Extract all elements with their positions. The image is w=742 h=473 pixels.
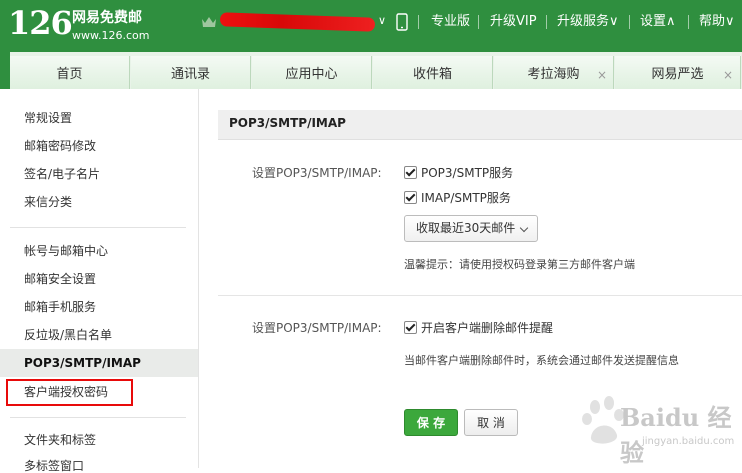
select-value: 收取最近30天邮件 — [416, 221, 516, 235]
sidebar-item-mobile-service[interactable]: 邮箱手机服务 — [24, 300, 96, 314]
sidebar-divider — [10, 227, 186, 228]
logo-url: www.126.com — [72, 29, 150, 42]
sidebar-item-signature[interactable]: 签名/电子名片 — [24, 167, 100, 181]
sidebar-divider — [10, 417, 186, 418]
tab-home[interactable]: 首页 — [10, 56, 130, 93]
settings-sidebar: 常规设置 邮箱密码修改 签名/电子名片 来信分类 帐号与邮箱中心 邮箱安全设置 … — [0, 89, 199, 473]
header-separator — [688, 15, 689, 29]
tab-app-center[interactable]: 应用中心 — [252, 56, 372, 93]
pop3-checkbox[interactable] — [404, 166, 417, 179]
receive-range-select[interactable]: 收取最近30天邮件 — [404, 215, 538, 242]
delete-alert-checkbox-label[interactable]: 开启客户端删除邮件提醒 — [421, 319, 553, 336]
header-separator — [546, 15, 547, 29]
sidebar-item-security[interactable]: 邮箱安全设置 — [24, 272, 96, 286]
tab-label: 网易严选 — [651, 67, 704, 82]
header-link-pro[interactable]: 专业版 — [431, 14, 470, 30]
section-label: 设置POP3/SMTP/IMAP: — [252, 166, 382, 180]
tab-label: 通讯录 — [170, 67, 210, 82]
page-title: POP3/SMTP/IMAP — [229, 116, 346, 130]
tab-label: 应用中心 — [285, 67, 338, 82]
tab-bar: 首页 通讯录 应用中心 收件箱 考拉海购 × 网易严选 × — [0, 48, 742, 93]
tab-kaola[interactable]: 考拉海购 × — [494, 56, 614, 93]
section-label: 设置POP3/SMTP/IMAP: — [252, 321, 382, 335]
tab-label: 收件箱 — [412, 67, 452, 82]
logo-number[interactable]: 126 — [8, 5, 73, 41]
crown-icon — [202, 17, 216, 27]
tab-label: 首页 — [56, 67, 83, 82]
delete-alert-checkbox[interactable] — [404, 321, 417, 334]
warm-tip: 温馨提示：请使用授权码登录第三方邮件客户端 — [404, 258, 635, 271]
header-link-settings[interactable]: 设置∧ — [640, 14, 676, 30]
watermark-text: Baidu 经验 — [620, 403, 732, 467]
imap-checkbox[interactable] — [404, 191, 417, 204]
cancel-button[interactable]: 取 消 — [464, 409, 518, 436]
mobile-phone-icon[interactable] — [396, 13, 408, 31]
save-button[interactable]: 保 存 — [404, 409, 458, 436]
tab-inbox[interactable]: 收件箱 — [373, 56, 493, 93]
chevron-down-icon — [519, 223, 529, 233]
top-header: 126 网易免费邮 www.126.com ∨ 专业版 升级VIP 升级服务∨ … — [0, 0, 742, 48]
header-link-vip[interactable]: 升级VIP — [490, 14, 537, 30]
pop3-checkbox-label[interactable]: POP3/SMTP服务 — [421, 164, 513, 181]
header-link-upgrade-service[interactable]: 升级服务∨ — [557, 14, 619, 30]
sidebar-item-folders-labels[interactable]: 文件夹和标签 — [24, 433, 96, 447]
header-separator — [478, 15, 479, 29]
delete-alert-note: 当邮件客户端删除邮件时，系统会通过邮件发送提醒信息 — [404, 354, 679, 367]
sidebar-item-password[interactable]: 邮箱密码修改 — [24, 139, 96, 153]
tab-yanxuan[interactable]: 网易严选 × — [615, 56, 741, 93]
section-divider — [218, 295, 742, 296]
header-link-help[interactable]: 帮助∨ — [699, 14, 735, 30]
tab-strip: 首页 通讯录 应用中心 收件箱 考拉海购 × 网易严选 × — [10, 52, 742, 93]
sidebar-item-pop3-smtp-imap[interactable]: POP3/SMTP/IMAP — [24, 356, 141, 370]
tab-label: 考拉海购 — [527, 67, 580, 82]
panel-header: POP3/SMTP/IMAP — [218, 110, 742, 140]
header-separator — [418, 15, 419, 29]
watermark-url: jingyan.baidu.com — [642, 436, 735, 447]
imap-checkbox-label[interactable]: IMAP/SMTP服务 — [421, 189, 511, 206]
sidebar-item-antispam[interactable]: 反垃圾/黑白名单 — [24, 328, 112, 342]
logo-text[interactable]: 网易免费邮 — [72, 10, 142, 26]
tab-contacts[interactable]: 通讯录 — [131, 56, 251, 93]
sidebar-item-multi-tab[interactable]: 多标签窗口 — [24, 459, 84, 473]
sidebar-item-general[interactable]: 常规设置 — [24, 111, 72, 125]
user-menu-caret[interactable]: ∨ — [378, 14, 386, 27]
red-highlight-box — [6, 379, 133, 406]
sidebar-item-account-center[interactable]: 帐号与邮箱中心 — [24, 244, 108, 258]
sidebar-item-filters[interactable]: 来信分类 — [24, 195, 72, 209]
header-separator — [629, 15, 630, 29]
username-redacted[interactable] — [219, 12, 376, 32]
